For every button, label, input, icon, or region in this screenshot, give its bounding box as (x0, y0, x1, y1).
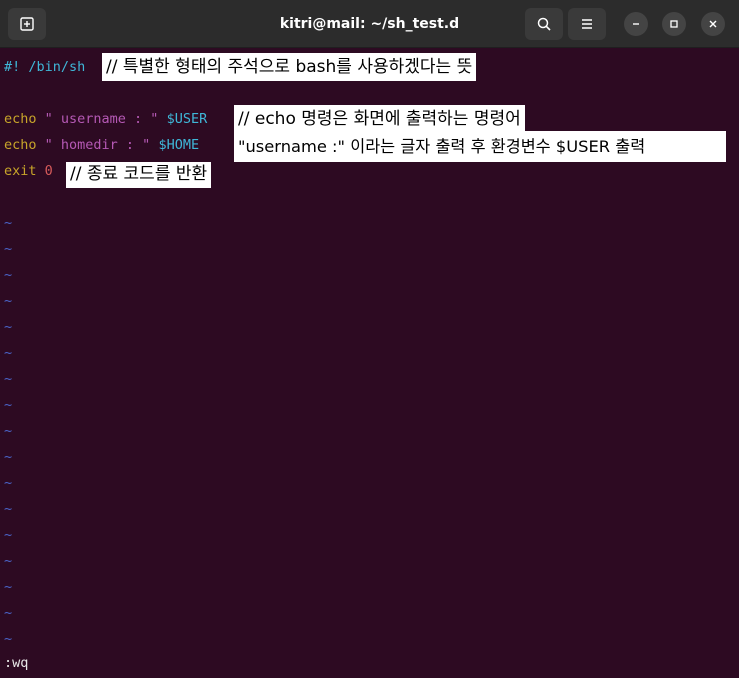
empty-line-tilde: ~ (4, 423, 13, 439)
empty-line-tilde: ~ (4, 631, 13, 647)
minimize-button[interactable] (624, 12, 648, 36)
echo-annotation-line2: "username :" 이라는 글자 출력 후 환경변수 $USER 출력 (234, 131, 726, 162)
keyword: echo (4, 111, 37, 127)
minimize-icon (633, 23, 639, 25)
editor-line-shebang: #! /bin/sh (4, 58, 85, 76)
echo-annotation-line1: // echo 명령은 화면에 출력하는 명령어 (234, 105, 525, 131)
empty-line-tilde: ~ (4, 475, 13, 491)
keyword: exit (4, 163, 37, 179)
close-button[interactable] (701, 12, 725, 36)
empty-line-tilde: ~ (4, 553, 13, 569)
empty-line-tilde: ~ (4, 579, 13, 595)
variable: $HOME (158, 137, 200, 153)
shebang-hash: #! (4, 59, 21, 75)
title-bar: kitri@mail: ~/sh_test.d (0, 0, 739, 48)
maximize-icon (670, 20, 678, 28)
empty-line-tilde: ~ (4, 397, 13, 413)
empty-line-tilde: ~ (4, 241, 13, 257)
empty-line-tilde: ~ (4, 293, 13, 309)
hamburger-icon (582, 19, 592, 29)
variable: $USER (166, 111, 208, 127)
string-literal: " username : " (36, 111, 167, 127)
empty-line-tilde: ~ (4, 345, 13, 361)
empty-line-tilde: ~ (4, 449, 13, 465)
editor-line-echo-user: echo " username : " $USER (4, 110, 207, 128)
empty-line-tilde: ~ (4, 605, 13, 621)
empty-line-tilde: ~ (4, 267, 13, 283)
vim-command-line[interactable]: :wq (4, 654, 28, 672)
close-icon (709, 20, 717, 28)
menu-button[interactable] (568, 8, 606, 40)
empty-line-tilde: ~ (4, 319, 13, 335)
empty-line-tilde: ~ (4, 501, 13, 517)
string-literal: " homedir : " (36, 137, 159, 153)
new-tab-button[interactable] (8, 8, 46, 40)
new-tab-icon (20, 17, 34, 31)
keyword: echo (4, 137, 37, 153)
search-icon (537, 17, 551, 31)
editor-line-echo-home: echo " homedir : " $HOME (4, 136, 199, 154)
shebang-path: /bin/sh (20, 59, 86, 75)
shebang-annotation: // 특별한 형태의 주석으로 bash를 사용하겠다는 뜻 (102, 53, 477, 81)
empty-line-tilde: ~ (4, 371, 13, 387)
empty-line-tilde: ~ (4, 215, 13, 231)
editor-line-exit: exit 0 (4, 162, 53, 180)
empty-line-tilde: ~ (4, 527, 13, 543)
search-button[interactable] (525, 8, 563, 40)
exit-annotation: // 종료 코드를 반환 (66, 162, 212, 188)
exit-code: 0 (36, 163, 53, 179)
maximize-button[interactable] (662, 12, 686, 36)
